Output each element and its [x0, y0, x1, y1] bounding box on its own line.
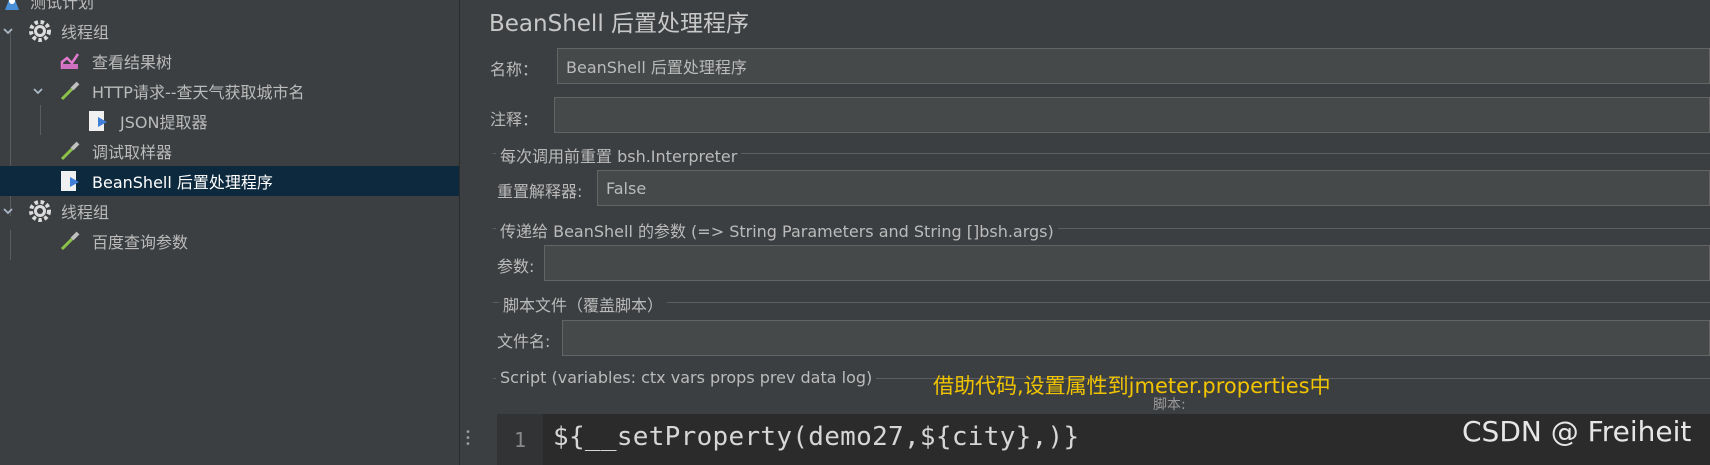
- section-divider: [493, 302, 1710, 303]
- name-label: 名称：: [490, 60, 539, 79]
- chevron-down-icon[interactable]: [2, 205, 14, 217]
- tree-item-test-plan[interactable]: 测试计划: [0, 0, 459, 16]
- tree-item-view-results-tree[interactable]: 查看结果树: [0, 46, 459, 76]
- line-number: 1: [497, 414, 543, 465]
- tree-item-label: 线程组: [61, 203, 110, 222]
- reset-section-title: 每次调用前重置 bsh.Interpreter: [496, 143, 742, 167]
- chevron-down-icon[interactable]: [32, 85, 44, 97]
- tree-item-label: JSON提取器: [120, 113, 208, 132]
- script-section-title: Script (variables: ctx vars props prev d…: [496, 368, 877, 387]
- test-plan-icon: [0, 0, 24, 13]
- document-icon: [86, 109, 110, 133]
- chevron-down-icon[interactable]: [2, 25, 14, 37]
- pipette-icon: [58, 139, 82, 163]
- drag-handle-icon[interactable]: • • •: [465, 428, 471, 450]
- params-label: 参数:: [497, 257, 535, 276]
- file-section-title: 脚本文件（覆盖脚本）: [499, 292, 668, 316]
- tree-item-label: 查看结果树: [92, 53, 173, 72]
- tree-item-label: 百度查询参数: [92, 233, 189, 252]
- document-icon: [58, 169, 82, 193]
- pipette-icon: [58, 79, 82, 103]
- tree-item-json-extractor[interactable]: JSON提取器: [0, 106, 459, 136]
- params-input[interactable]: [544, 245, 1710, 281]
- name-input[interactable]: BeanShell 后置处理程序: [557, 48, 1710, 84]
- script-code-line[interactable]: ${__setProperty(demo27,${city},)}: [553, 422, 1079, 452]
- comment-input[interactable]: [554, 97, 1710, 133]
- tree-item-beanshell-postprocessor[interactable]: BeanShell 后置处理程序: [0, 166, 459, 196]
- test-plan-tree: 测试计划 线程组 查看结果树 HTTP请求--查天气获取城市名 JSON提取器: [0, 0, 459, 465]
- filename-label: 文件名:: [497, 332, 551, 351]
- tree-item-label: BeanShell 后置处理程序: [92, 173, 273, 192]
- tree-item-label: 调试取样器: [92, 143, 173, 162]
- panel-splitter[interactable]: • • •: [459, 0, 475, 465]
- tree-item-label: 线程组: [61, 23, 110, 42]
- reset-interpreter-label: 重置解释器:: [497, 182, 583, 201]
- chart-icon: [58, 49, 82, 73]
- tree-item-label: 测试计划: [30, 0, 95, 12]
- annotation-text: 借助代码,设置属性到jmeter.properties中: [933, 374, 1331, 398]
- filename-input[interactable]: [562, 320, 1710, 356]
- gear-icon: [28, 199, 52, 223]
- tree-item-baidu-query[interactable]: 百度查询参数: [0, 226, 459, 256]
- tree-item-thread-group[interactable]: 线程组: [0, 16, 459, 46]
- gear-icon: [28, 19, 52, 43]
- params-section-title: 传递给 BeanShell 的参数 (=> String Parameters …: [496, 218, 1058, 242]
- comment-label: 注释：: [490, 110, 539, 129]
- reset-interpreter-select[interactable]: False: [597, 170, 1710, 206]
- tree-item-debug-sampler[interactable]: 调试取样器: [0, 136, 459, 166]
- page-title: BeanShell 后置处理程序: [489, 11, 750, 37]
- watermark: CSDN @ Freiheit: [1462, 415, 1692, 448]
- tree-item-http-request[interactable]: HTTP请求--查天气获取城市名: [0, 76, 459, 106]
- pipette-icon: [58, 229, 82, 253]
- tree-item-thread-group-2[interactable]: 线程组: [0, 196, 459, 226]
- tree-item-label: HTTP请求--查天气获取城市名: [92, 83, 305, 102]
